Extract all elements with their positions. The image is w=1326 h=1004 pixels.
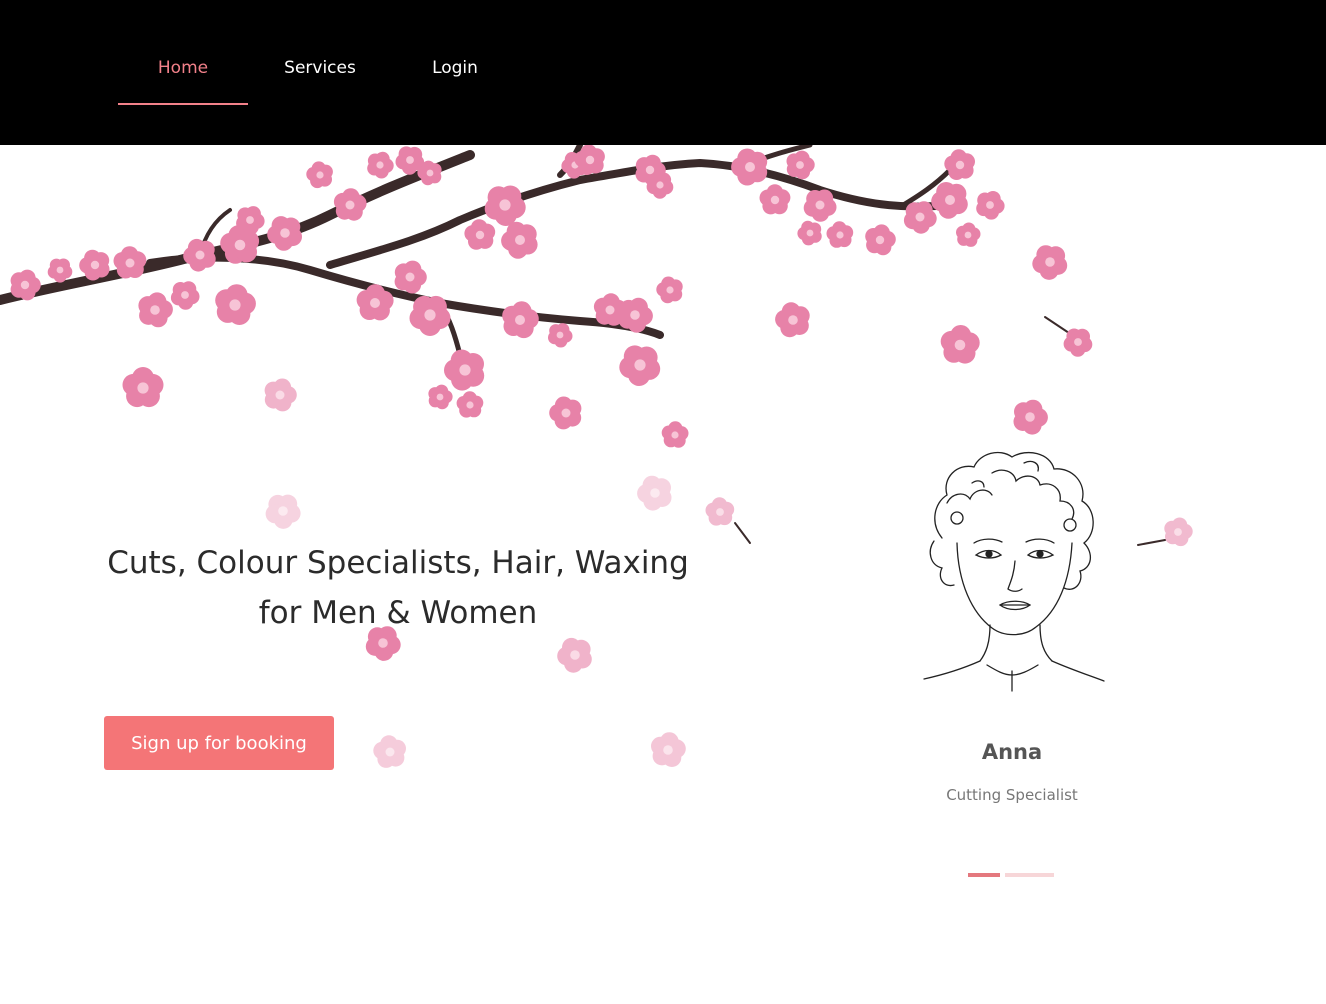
blossom-flower-icon xyxy=(976,191,1005,220)
blossom-flower-icon xyxy=(464,219,496,250)
hero-title-line-2: for Men & Women xyxy=(258,595,538,631)
woman-sketch-portrait-icon xyxy=(923,451,1105,692)
hero-title: Cuts, Colour Specialists, Hair, Waxing f… xyxy=(100,538,696,638)
blossom-flower-icon xyxy=(502,301,539,339)
blossom-flower-icon xyxy=(940,325,980,364)
carousel-pagination xyxy=(968,873,1058,879)
nav-item-services[interactable]: Services xyxy=(260,58,380,78)
blossom-flower-icon xyxy=(265,494,301,529)
nav-item-login[interactable]: Login xyxy=(400,58,510,78)
blossom-flower-icon xyxy=(646,172,674,199)
stylist-name: Anna xyxy=(981,740,1043,764)
blossom-flower-icon xyxy=(826,221,854,248)
blossom-flower-icon xyxy=(47,258,73,283)
blossom-flower-icon xyxy=(264,378,297,412)
blossom-flower-icon xyxy=(931,182,968,219)
blossom-flower-icon xyxy=(637,475,672,511)
cherry-blossom-branch-icon xyxy=(0,145,1193,768)
blossom-flower-icon xyxy=(651,732,686,767)
blossom-flower-icon xyxy=(775,302,810,338)
blossom-flower-icon xyxy=(367,151,394,179)
blossom-flower-icon xyxy=(394,260,427,294)
blossom-flower-icon xyxy=(944,149,975,180)
blossom-flower-icon xyxy=(484,185,526,226)
blossom-flower-icon xyxy=(215,284,256,325)
top-navbar: Home Services Login xyxy=(0,0,1326,145)
page: Home Services Login Cuts, Colour Special… xyxy=(0,0,1326,1004)
blossom-flower-icon xyxy=(557,637,592,673)
blossom-flower-icon xyxy=(731,148,768,186)
blossom-flower-icon xyxy=(656,276,683,304)
blossom-flower-icon xyxy=(373,735,407,768)
nav-active-underline xyxy=(118,103,248,105)
blossom-flower-icon xyxy=(138,292,173,328)
blossom-flower-icon xyxy=(333,188,367,221)
blossom-flower-icon xyxy=(1013,399,1048,435)
blossom-flower-icon xyxy=(306,161,333,189)
stylist-role: Cutting Specialist xyxy=(946,786,1078,804)
blossom-flower-icon xyxy=(170,281,200,310)
blossom-flower-icon xyxy=(113,246,147,279)
nav-item-home[interactable]: Home xyxy=(118,58,248,78)
blossom-flower-icon xyxy=(501,221,538,259)
blossom-flower-icon xyxy=(456,391,484,418)
blossom-flower-icon xyxy=(183,238,216,272)
carousel-dot-3[interactable] xyxy=(1032,873,1054,877)
blossom-flower-icon xyxy=(428,384,453,410)
blossom-flower-icon xyxy=(797,220,822,246)
blossom-flower-icon xyxy=(803,189,837,222)
blossom-flower-icon xyxy=(409,295,451,336)
blossom-flower-icon xyxy=(122,367,164,408)
carousel-dot-1[interactable] xyxy=(968,873,1000,877)
blossom-flower-icon xyxy=(705,497,735,526)
sign-up-booking-button[interactable]: Sign up for booking xyxy=(104,716,334,770)
blossom-flower-icon xyxy=(1032,245,1068,280)
blossom-flower-icon xyxy=(267,216,302,251)
blossom-flower-icon xyxy=(548,323,573,348)
blossom-flower-icon xyxy=(1063,328,1093,357)
blossom-flower-icon xyxy=(956,222,981,247)
blossom-flower-icon xyxy=(549,396,582,430)
blossom-flower-icon xyxy=(444,349,485,391)
hero-title-line-1: Cuts, Colour Specialists, Hair, Waxing xyxy=(107,545,689,581)
blossom-flower-icon xyxy=(786,150,815,180)
blossom-flower-icon xyxy=(759,184,791,215)
blossom-flower-icon xyxy=(619,345,661,386)
blossom-flower-icon xyxy=(1164,517,1193,547)
blossom-flower-icon xyxy=(661,421,689,448)
blossom-flower-icon xyxy=(79,249,110,281)
blossom-flower-icon xyxy=(865,224,896,256)
